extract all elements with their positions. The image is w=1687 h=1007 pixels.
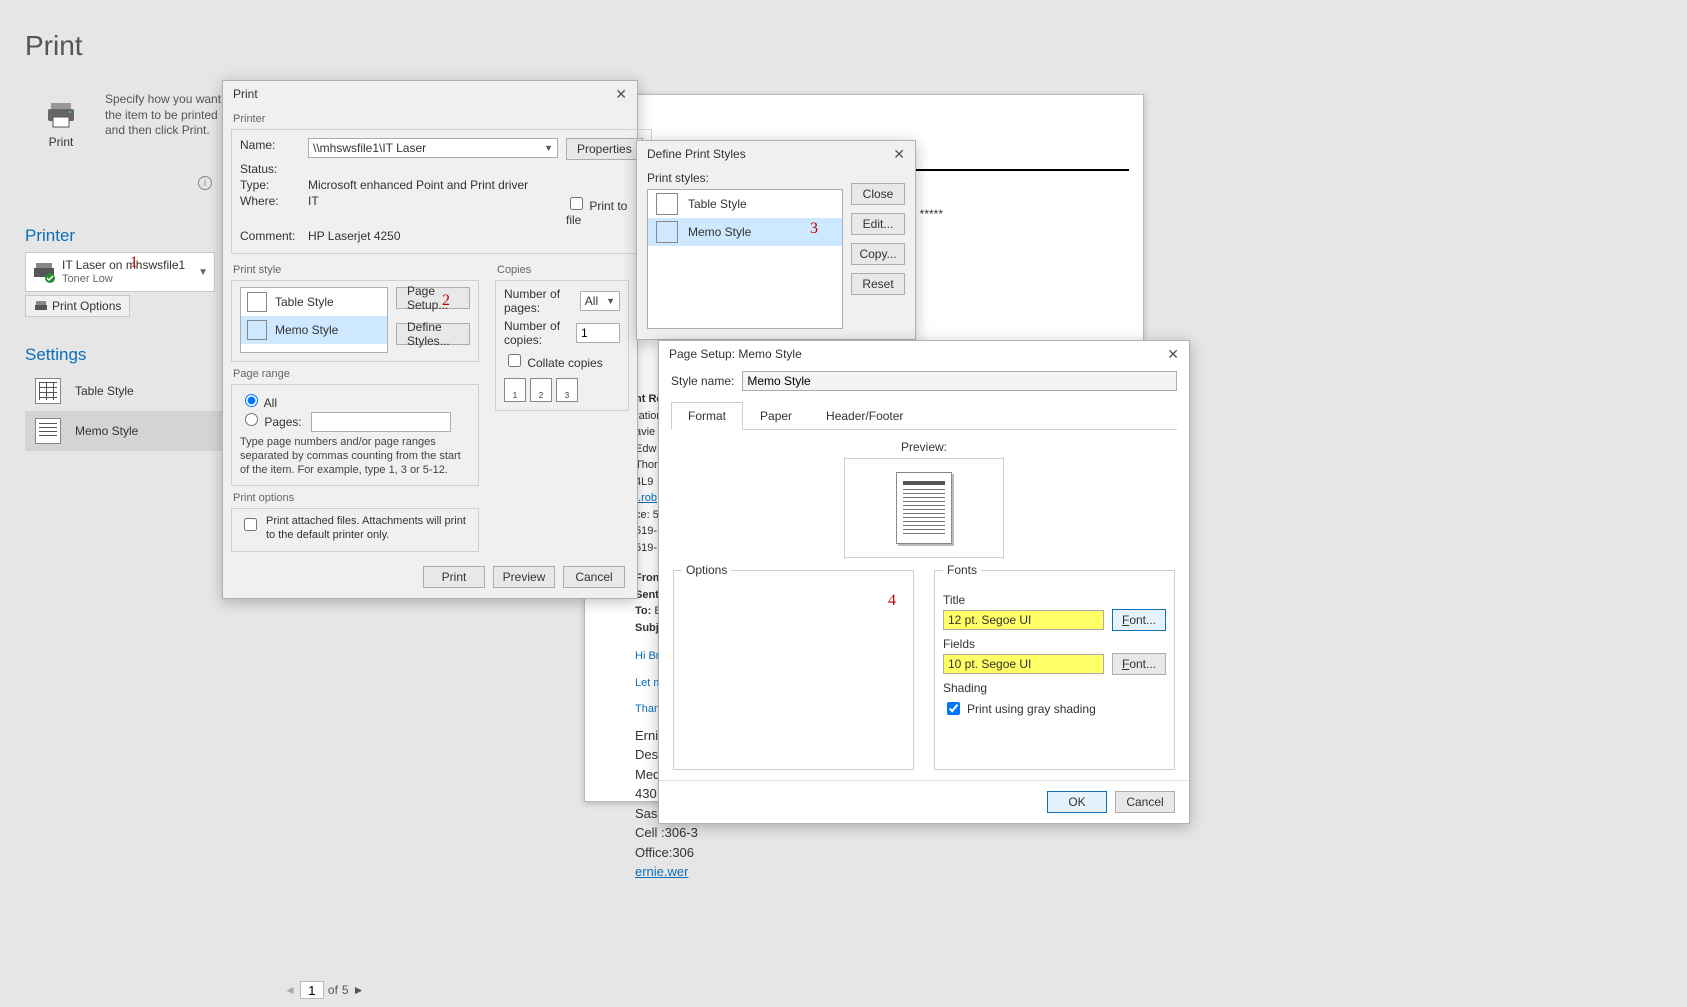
page-title: Print	[25, 30, 250, 62]
gray-shading-checkbox[interactable]	[947, 702, 960, 715]
copies-group: Number of pages: All▼ Number of copies: …	[495, 280, 629, 411]
fonts-group: Fonts Title 12 pt. Segoe UI FFont...ont.…	[934, 570, 1175, 770]
page-setup-dialog: Page Setup: Memo Style ✕ Style name: For…	[658, 340, 1190, 824]
table-style-icon	[35, 378, 61, 404]
printer-status-text: Toner Low	[62, 273, 198, 285]
printer-section-title: Printer	[25, 226, 250, 246]
collate-preview-icon: 1	[504, 378, 526, 402]
page-setup-button[interactable]: Page Setup...	[396, 287, 470, 309]
dlg-cancel-button[interactable]: Cancel	[563, 566, 625, 588]
range-all-radio[interactable]	[245, 394, 258, 407]
style-item-table[interactable]: Table Style	[25, 371, 250, 411]
style-name-input	[742, 371, 1177, 391]
style-preview-box	[844, 458, 1004, 558]
range-pages-input[interactable]	[311, 412, 451, 432]
style-label: Table Style	[75, 384, 134, 398]
chevron-down-icon: ▼	[198, 267, 208, 278]
print-attached-checkbox[interactable]	[244, 518, 257, 531]
print-dialog-titlebar[interactable]: Print ✕	[223, 81, 637, 107]
styles-copy-button[interactable]: Copy...	[851, 243, 905, 265]
setup-ok-button[interactable]: OK	[1047, 791, 1107, 813]
properties-button[interactable]: Properties	[566, 138, 643, 160]
title-font-label: Title	[943, 593, 1166, 607]
page-setup-titlebar[interactable]: Page Setup: Memo Style ✕	[659, 341, 1189, 367]
memo-style-icon	[656, 221, 678, 243]
print-options-group: Print attached files. Attachments will p…	[231, 508, 479, 552]
tab-header-footer[interactable]: Header/Footer	[809, 402, 920, 430]
settings-section-title: Settings	[25, 345, 250, 365]
backstage-panel: Print Print Specify how you want the ite…	[0, 0, 250, 1007]
num-copies-input[interactable]	[576, 323, 620, 343]
print-description: Specify how you want the item to be prin…	[105, 92, 230, 139]
close-icon[interactable]: ✕	[889, 146, 909, 163]
shading-label: Shading	[943, 681, 1166, 695]
title-font-display: 12 pt. Segoe UI	[943, 610, 1104, 630]
styles-listbox[interactable]: Table Style Memo Style	[647, 189, 843, 329]
define-styles-titlebar[interactable]: Define Print Styles ✕	[637, 141, 915, 167]
memo-style-icon	[35, 418, 61, 444]
fields-font-label: Fields	[943, 637, 1166, 651]
printer-name-combo[interactable]: \\mhswsfile1\IT Laser▼	[308, 138, 558, 158]
styles-row-table[interactable]: Table Style	[648, 190, 842, 218]
styles-close-button[interactable]: Close	[851, 183, 905, 205]
styles-edit-button[interactable]: Edit...	[851, 213, 905, 235]
fields-font-button[interactable]: Font...	[1112, 653, 1166, 675]
collate-preview-icon: 3	[556, 378, 578, 402]
page-setup-tabs: Format Paper Header/Footer	[671, 401, 1177, 430]
printer-status-icon	[32, 260, 56, 284]
page-counter: ◄ of 5 ►	[284, 981, 364, 999]
printer-group: Name: \\mhswsfile1\IT Laser▼ Properties …	[231, 129, 652, 254]
styles-reset-button[interactable]: Reset	[851, 273, 905, 295]
table-style-icon	[247, 292, 267, 312]
printer-icon	[45, 99, 77, 131]
dlg-print-button[interactable]: Print	[423, 566, 485, 588]
collate-checkbox[interactable]	[508, 354, 521, 367]
annotation-2: 2	[442, 292, 450, 310]
printer-group-label: Printer	[231, 113, 629, 125]
memo-style-icon	[247, 320, 267, 340]
collate-preview-icon: 2	[530, 378, 552, 402]
page-range-group: All Pages: Type page numbers and/or page…	[231, 384, 479, 486]
options-group: Options	[673, 570, 914, 770]
print-to-file-checkbox[interactable]	[570, 197, 583, 210]
print-style-group-label: Print style	[231, 264, 479, 276]
style-row-memo[interactable]: Memo Style	[241, 316, 387, 344]
current-page-input[interactable]	[300, 981, 324, 999]
setup-cancel-button[interactable]: Cancel	[1115, 791, 1175, 813]
annotation-3: 3	[810, 220, 818, 238]
define-styles-dialog: Define Print Styles ✕ Print styles: Tabl…	[636, 140, 916, 340]
print-button[interactable]: Print	[25, 92, 97, 156]
annotation-4: 4	[888, 592, 896, 610]
tab-format[interactable]: Format	[671, 402, 743, 430]
define-styles-button[interactable]: Define Styles...	[396, 323, 470, 345]
prev-page-button[interactable]: ◄	[284, 983, 296, 997]
style-item-memo[interactable]: Memo Style	[25, 411, 250, 451]
print-options-button[interactable]: Print Options	[25, 295, 130, 317]
print-dialog: Print ✕ Printer Name: \\mhswsfile1\IT La…	[222, 80, 638, 599]
title-font-button[interactable]: FFont...ont...	[1112, 609, 1166, 631]
num-pages-combo[interactable]: All▼	[580, 291, 620, 311]
preview-label: Preview:	[673, 440, 1175, 454]
annotation-1: 1	[130, 254, 138, 272]
print-style-listbox[interactable]: Table Style Memo Style	[240, 287, 388, 353]
style-label: Memo Style	[75, 424, 138, 438]
style-row-table[interactable]: Table Style	[241, 288, 387, 316]
printer-selector[interactable]: IT Laser on mhswsfile1 Toner Low ▼	[25, 252, 215, 292]
close-icon[interactable]: ✕	[611, 86, 631, 103]
page-preview-icon	[896, 472, 952, 544]
close-icon[interactable]: ✕	[1163, 346, 1183, 363]
info-icon[interactable]: i	[198, 176, 212, 190]
dlg-preview-button[interactable]: Preview	[493, 566, 555, 588]
range-pages-radio[interactable]	[245, 413, 258, 426]
tab-paper[interactable]: Paper	[743, 402, 809, 430]
next-page-button[interactable]: ►	[353, 983, 365, 997]
table-style-icon	[656, 193, 678, 215]
print-options-icon	[34, 299, 48, 313]
fields-font-display: 10 pt. Segoe UI	[943, 654, 1104, 674]
